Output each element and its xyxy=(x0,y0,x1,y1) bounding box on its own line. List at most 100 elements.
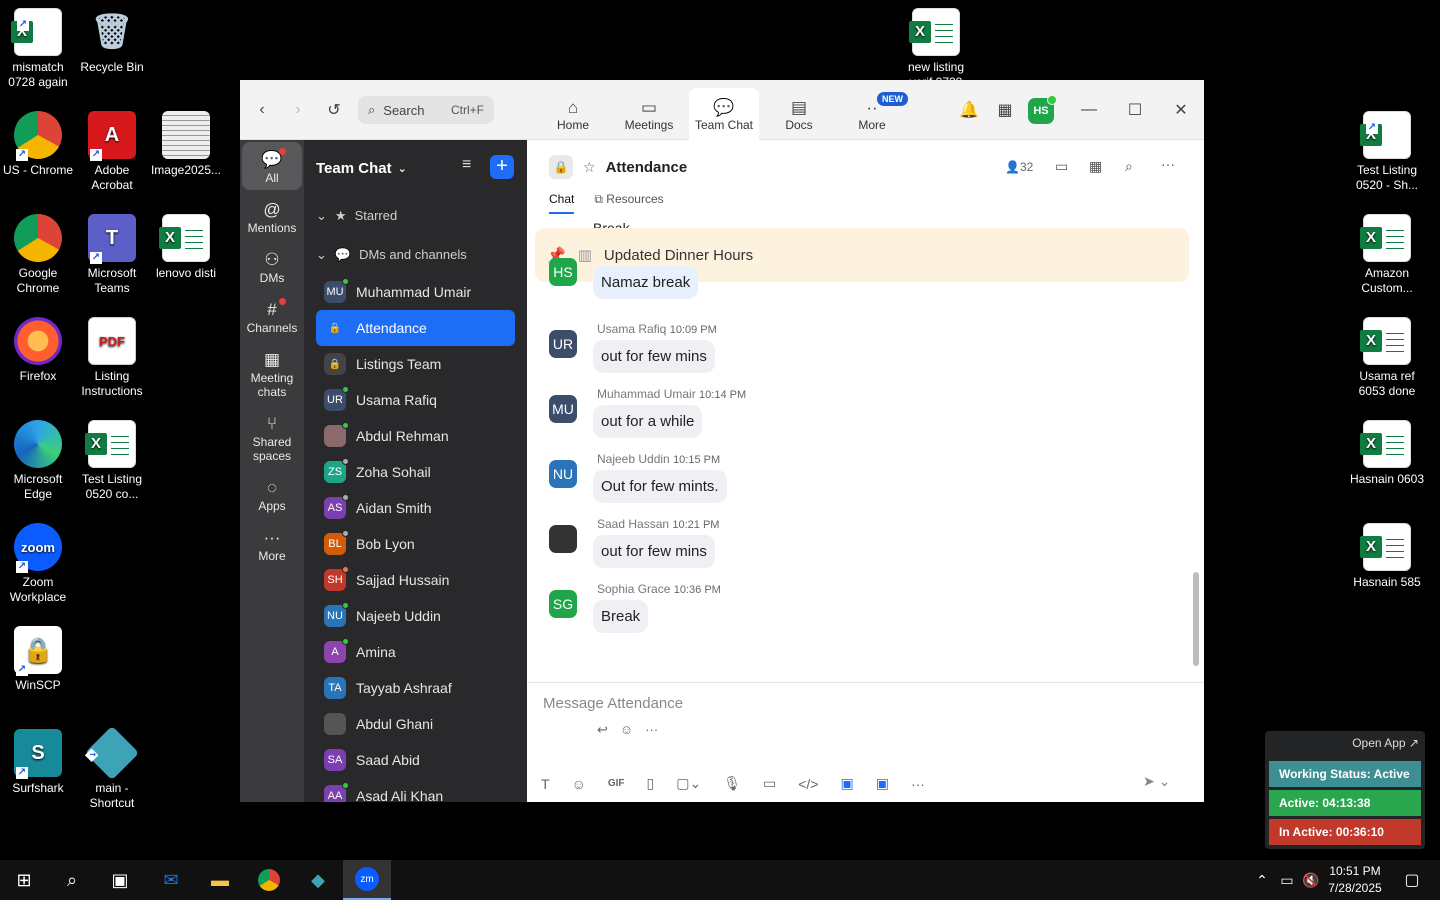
list-item[interactable]: AA Asad Ali Khan xyxy=(304,778,527,802)
rail-item-dms[interactable]: ⚇ DMs xyxy=(242,242,302,290)
list-item[interactable]: 🔒 Listings Team xyxy=(304,346,527,382)
section-starred[interactable]: ⌄ ★ Starred xyxy=(304,196,527,235)
message-author[interactable]: Najeeb Uddin xyxy=(597,452,670,466)
tab-more[interactable]: ·· NEW More xyxy=(837,88,908,140)
more-options-icon[interactable]: ··· xyxy=(911,776,925,792)
close-icon[interactable]: ✕ xyxy=(1169,98,1193,122)
forward-icon[interactable]: › xyxy=(286,98,310,122)
video-icon[interactable]: ▭ xyxy=(1055,158,1068,175)
list-item[interactable]: AS Aidan Smith xyxy=(304,490,527,526)
new-chat-button[interactable]: + xyxy=(490,155,514,179)
members-count[interactable]: 👤32 xyxy=(1005,160,1033,174)
list-item[interactable]: MU Muhammad Umair xyxy=(304,274,527,310)
message-author[interactable]: Usama Rafiq xyxy=(597,322,666,336)
desktop-icon-excel[interactable]: Test Listing 0520 co... xyxy=(74,420,150,502)
tab-resources[interactable]: ⧉ Resources xyxy=(594,192,663,214)
clock[interactable]: 10:51 PM 7/28/2025 xyxy=(1322,863,1388,897)
list-item[interactable]: 🔒 Attendance xyxy=(316,310,515,346)
rail-item-channels[interactable]: # Channels xyxy=(242,292,302,340)
desktop-icon-excel[interactable]: Usama ref 6053 done xyxy=(1349,317,1425,399)
desktop-icon-recycle-bin[interactable]: 🗑 Recycle Bin xyxy=(74,8,150,75)
search-icon[interactable]: ⌕ xyxy=(48,860,96,900)
channel-title[interactable]: Attendance xyxy=(606,159,688,176)
message-author[interactable]: Muhammad Umair xyxy=(597,387,696,401)
more-options-icon[interactable]: ··· xyxy=(1161,156,1175,172)
search-input[interactable]: ⌕ Search Ctrl+F xyxy=(358,96,494,124)
list-item[interactable]: SH Sajjad Hussain xyxy=(304,562,527,598)
list-item[interactable]: BL Bob Lyon xyxy=(304,526,527,562)
history-icon[interactable]: ↺ xyxy=(322,98,346,122)
zoom-taskbar-icon[interactable]: zm xyxy=(343,860,391,900)
list-item[interactable]: A Amina xyxy=(304,634,527,670)
windows-start-icon[interactable]: ⊞ xyxy=(0,860,48,900)
video-message-icon[interactable]: ▭ xyxy=(763,775,776,792)
desktop-icon-excel[interactable]: Hasnain 585 xyxy=(1349,523,1425,590)
avatar[interactable]: HS xyxy=(1028,95,1057,124)
rail-item-meeting-chats[interactable]: ▦ Meeting chats xyxy=(242,342,302,404)
app-icon[interactable]: ▣ xyxy=(876,775,889,792)
list-item[interactable]: NU Najeeb Uddin xyxy=(304,598,527,634)
gif-icon[interactable]: GIF xyxy=(608,778,625,789)
app-icon[interactable]: ▣ xyxy=(840,775,853,792)
list-item[interactable]: Abdul Rehman xyxy=(304,418,527,454)
maximize-icon[interactable]: ☐ xyxy=(1123,98,1147,122)
desktop-icon-acrobat[interactable]: AAdobe Acrobat xyxy=(74,111,150,193)
outlook-icon[interactable]: ✉ xyxy=(147,860,195,900)
send-icon[interactable]: ➤ ⌄ xyxy=(1143,773,1170,790)
avatar[interactable]: UR xyxy=(549,330,577,358)
list-item[interactable]: ZS Zoha Sohail xyxy=(304,454,527,490)
scrollbar[interactable] xyxy=(1193,572,1199,666)
notification-icon[interactable]: ▢ xyxy=(1388,860,1436,900)
message-author[interactable]: Saad Hassan xyxy=(597,517,669,531)
desktop-icon-edge[interactable]: Microsoft Edge xyxy=(0,420,76,502)
avatar[interactable]: NU xyxy=(549,460,577,488)
desktop-icon-excel[interactable]: mismatch 0728 again xyxy=(0,8,76,90)
filter-icon[interactable]: ≡ xyxy=(462,156,471,174)
avatar[interactable]: SG xyxy=(549,590,577,618)
desktop-icon-surfshark[interactable]: SSurfshark xyxy=(0,729,76,796)
rail-item-mentions[interactable]: @ Mentions xyxy=(242,192,302,240)
code-icon[interactable]: </> xyxy=(798,776,818,792)
calendar-icon[interactable]: ▦ xyxy=(1089,158,1102,175)
desktop-icon-winscp[interactable]: 🔒WinSCP xyxy=(0,626,76,693)
chevron-down-icon[interactable]: ⌄ xyxy=(398,162,407,175)
desktop-icon-excel[interactable]: Amazon Custom... xyxy=(1349,214,1425,296)
desktop-icon-excel[interactable]: Hasnain 0603 xyxy=(1349,420,1425,487)
bell-icon[interactable]: 🔔 xyxy=(957,98,981,122)
back-icon[interactable]: ‹ xyxy=(250,98,274,122)
message-author[interactable]: Sophia Grace xyxy=(597,582,670,596)
desktop-icon-main-shortcut[interactable]: main - Shortcut xyxy=(74,725,150,811)
section-dms-channels[interactable]: ⌄ 💬 DMs and channels xyxy=(304,235,527,274)
desktop-icon-excel[interactable]: new listing verif 0728 xyxy=(898,8,974,80)
tab-meetings[interactable]: ▭ Meetings xyxy=(614,88,684,140)
avatar[interactable]: MU xyxy=(549,395,577,423)
desktop-icon-google-chrome[interactable]: Google Chrome xyxy=(0,214,76,296)
search-icon[interactable]: ⌕ xyxy=(1125,158,1133,175)
desktop-icon-pdf[interactable]: PDF Listing Instructions xyxy=(74,317,150,399)
tab-chat[interactable]: Chat xyxy=(549,192,575,214)
message-input[interactable]: Message Attendance xyxy=(543,695,683,712)
list-item[interactable]: SA Saad Abid xyxy=(304,742,527,778)
desktop-icon-excel[interactable]: Test Listing 0520 - Sh... xyxy=(1349,111,1425,193)
chrome-icon[interactable] xyxy=(245,860,293,900)
open-app-button[interactable]: Open App ↗ xyxy=(1352,736,1419,750)
desktop-icon-image[interactable]: Image2025... xyxy=(148,111,224,178)
calendar-icon[interactable]: ▦ xyxy=(993,98,1017,122)
tab-home[interactable]: ⌂ Home xyxy=(538,88,608,140)
list-item[interactable]: TA Tayyab Ashraaf xyxy=(304,670,527,706)
rail-item-all[interactable]: 💬 All xyxy=(242,142,302,190)
rail-item-shared-spaces[interactable]: ⑂ Shared spaces xyxy=(242,406,302,468)
desktop-icon-excel[interactable]: lenovo disti xyxy=(148,214,224,281)
screenshot-icon[interactable]: ▢⌄ xyxy=(676,775,701,792)
avatar[interactable] xyxy=(549,525,577,553)
avatar[interactable]: HS xyxy=(549,258,577,286)
task-view-icon[interactable]: ▣ xyxy=(96,860,144,900)
star-icon[interactable]: ☆ xyxy=(583,159,596,176)
minimize-icon[interactable]: — xyxy=(1077,98,1101,122)
format-icon[interactable]: T xyxy=(541,776,550,792)
emoji-icon[interactable]: ☺ xyxy=(572,776,586,792)
desktop-icon-zoom[interactable]: zoomZoom Workplace xyxy=(0,523,76,605)
tab-team-chat[interactable]: 💬 Team Chat xyxy=(689,88,759,140)
desktop-icon-teams[interactable]: TMicrosoft Teams xyxy=(74,214,150,296)
rail-item-more[interactable]: ··· More xyxy=(242,520,302,568)
